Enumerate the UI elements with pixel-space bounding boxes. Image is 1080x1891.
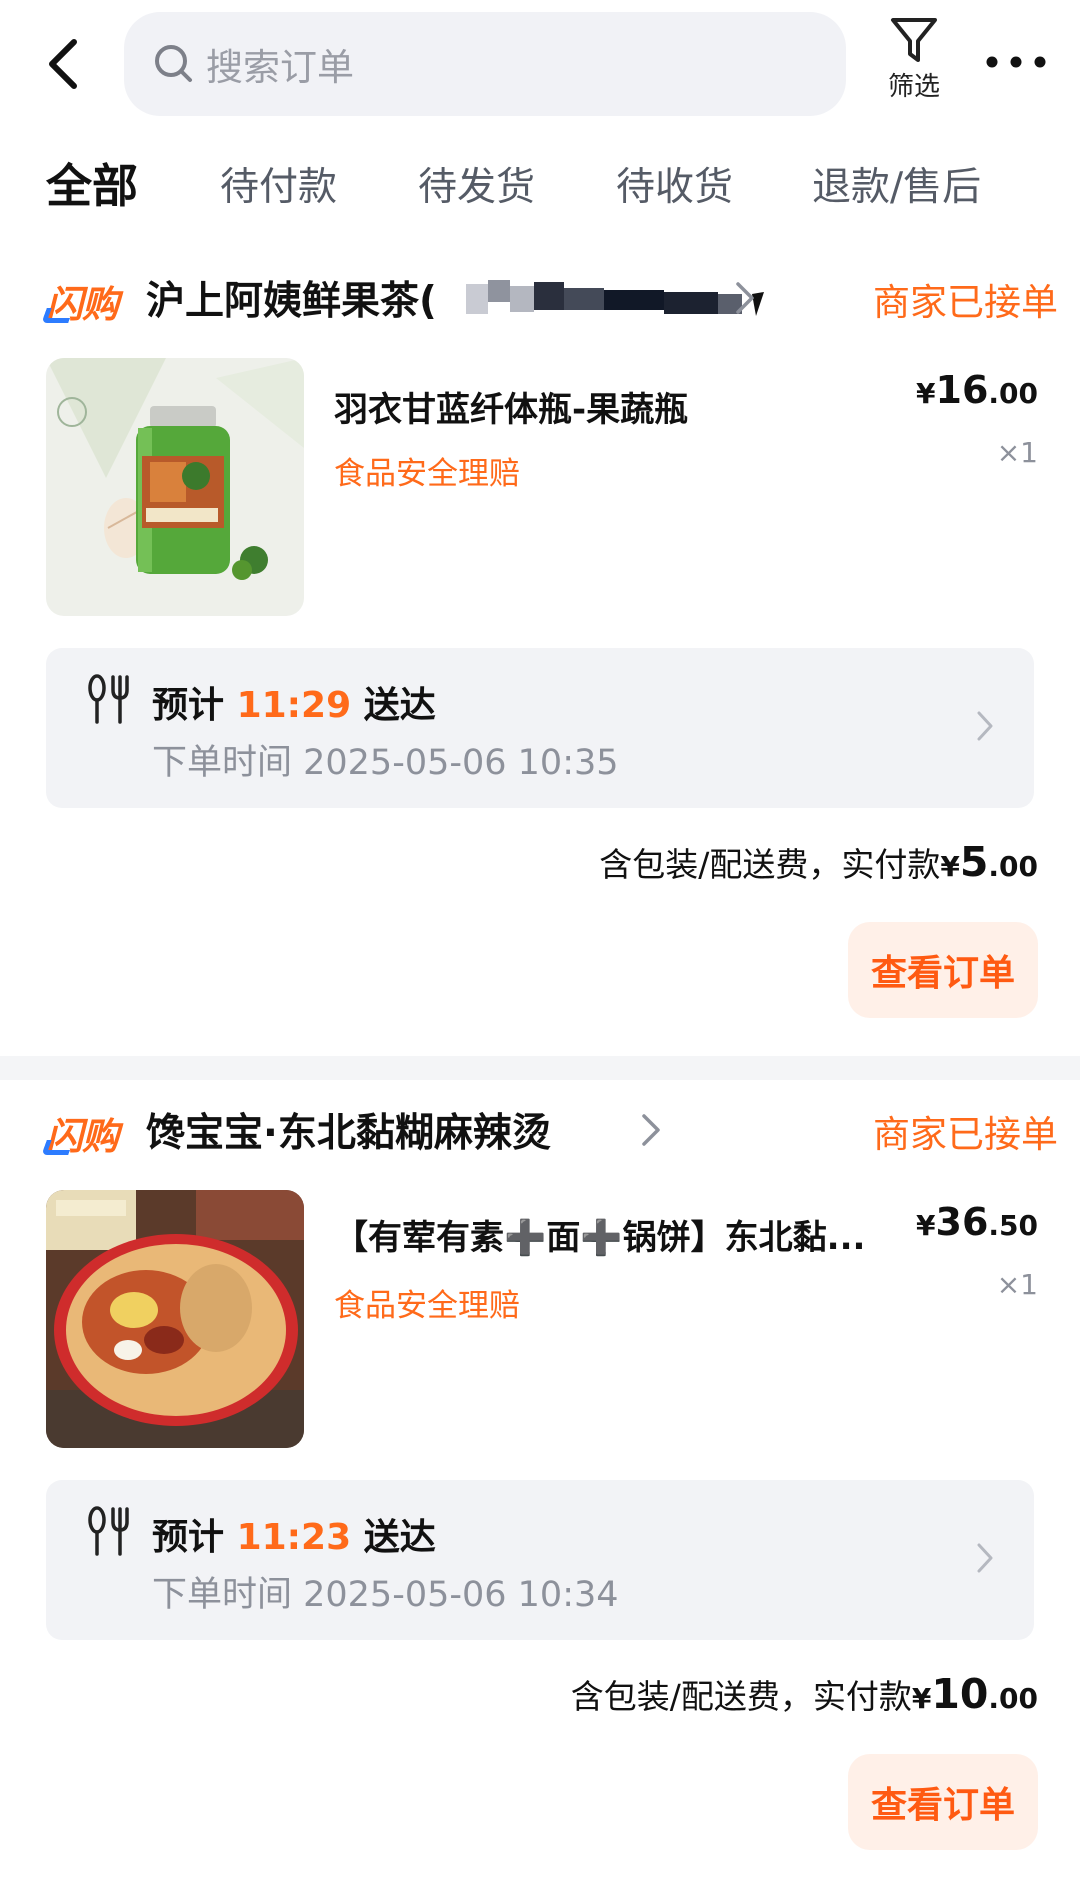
chevron-right-icon: [642, 1114, 660, 1146]
delivery-info-panel[interactable]: 预计 11:23 送达 下单时间 2025-05-06 10:34: [46, 1480, 1034, 1640]
shop-row[interactable]: 闪购 沪上阿姨鲜果茶( 商家已接单: [46, 270, 1058, 330]
chevron-right-icon: [977, 1543, 993, 1573]
cutlery-icon: [88, 674, 129, 724]
amount-paid: 含包装/配送费，实付款¥5.00: [599, 838, 1038, 886]
estimated-delivery: 预计 11:23 送达: [152, 1517, 436, 1558]
tab-refund-aftersale[interactable]: 退款/售后: [812, 156, 981, 212]
shop-name[interactable]: 沪上阿姨鲜果茶(: [146, 270, 437, 326]
chevron-right-icon: [736, 282, 754, 314]
order-card[interactable]: 闪购 馋宝宝·东北黏糊麻辣烫 商家已接单 【有荤有素➕面➕锅饼】东北黏... 食…: [0, 1102, 1080, 1891]
estimated-delivery: 预计 11:29 送达: [152, 685, 436, 726]
more-options-icon[interactable]: [984, 42, 1048, 82]
product-price: ¥36.50: [916, 1200, 1038, 1244]
search-icon: [155, 45, 192, 82]
food-safety-tag: 食品安全理赔: [334, 456, 520, 492]
chevron-right-icon: [977, 711, 993, 741]
filter-button[interactable]: 筛选: [874, 14, 954, 114]
order-time: 下单时间 2025-05-06 10:35: [152, 743, 619, 783]
tab-pending-receipt[interactable]: 待收货: [616, 156, 733, 212]
product-price: ¥16.00: [916, 368, 1038, 412]
tab-all[interactable]: 全部: [46, 150, 138, 216]
search-placeholder: 搜索订单: [206, 46, 354, 89]
product-quantity: ×1: [996, 436, 1038, 469]
product-image[interactable]: [46, 358, 304, 616]
cutlery-icon: [88, 1506, 129, 1556]
top-bar: 搜索订单 筛选: [0, 0, 1080, 130]
product-quantity: ×1: [996, 1268, 1038, 1301]
order-status: 商家已接单: [873, 281, 1058, 324]
delivery-info-panel[interactable]: 预计 11:29 送达 下单时间 2025-05-06 10:35: [46, 648, 1034, 808]
product-image[interactable]: [46, 1190, 304, 1448]
filter-icon: [891, 18, 937, 62]
redacted-mosaic: [466, 280, 764, 316]
juice-bottle-image: [46, 358, 304, 616]
shop-name[interactable]: 馋宝宝·东北黏糊麻辣烫: [146, 1102, 551, 1158]
shop-row[interactable]: 闪购 馋宝宝·东北黏糊麻辣烫 商家已接单: [46, 1102, 1058, 1162]
tab-pending-shipment[interactable]: 待发货: [418, 156, 535, 212]
search-input[interactable]: 搜索订单: [124, 12, 846, 116]
shangou-brand-logo: 闪购: [46, 274, 119, 328]
view-order-button[interactable]: 查看订单: [848, 922, 1038, 1018]
filter-label: 筛选: [887, 72, 940, 102]
product-name[interactable]: 羽衣甘蓝纤体瓶-果蔬瓶: [334, 382, 688, 431]
product-name[interactable]: 【有荤有素➕面➕锅饼】东北黏...: [334, 1210, 865, 1259]
food-safety-tag: 食品安全理赔: [334, 1288, 520, 1324]
order-card[interactable]: 闪购 沪上阿姨鲜果茶( 商家已接单 羽衣甘蓝纤体瓶-果蔬瓶 食品安全理赔 ¥16…: [0, 270, 1080, 1050]
view-order-button[interactable]: 查看订单: [848, 1754, 1038, 1850]
amount-paid: 含包装/配送费，实付款¥10.00: [570, 1670, 1038, 1718]
shangou-brand-logo: 闪购: [46, 1106, 119, 1160]
order-time: 下单时间 2025-05-06 10:34: [152, 1575, 619, 1615]
back-arrow-icon[interactable]: [40, 36, 90, 92]
malatang-bowl-image: [46, 1190, 304, 1448]
card-separator: [0, 1056, 1080, 1080]
tab-pending-payment[interactable]: 待付款: [220, 156, 337, 212]
order-status: 商家已接单: [873, 1113, 1058, 1156]
order-status-tabs: 全部 待付款 待发货 待收货 退款/售后 ​: [0, 150, 1080, 230]
